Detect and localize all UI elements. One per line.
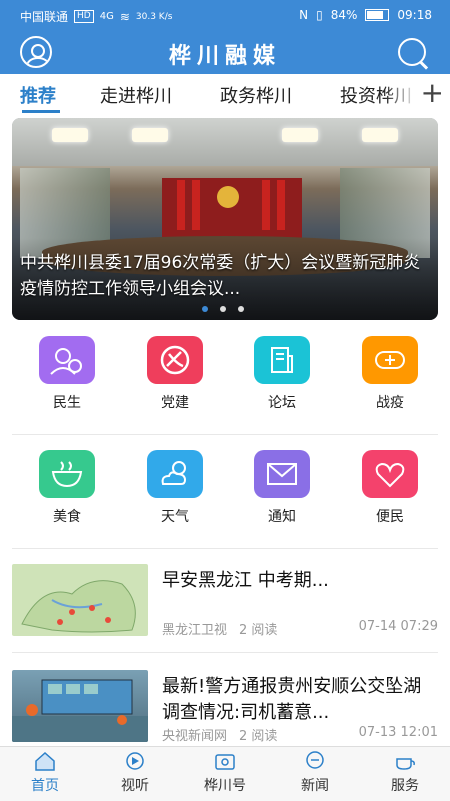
news-time: 07-13 12:01	[358, 725, 438, 740]
bottom-navigation: 首页 视听 桦川号 新闻 服务	[0, 746, 450, 801]
grid-item-tianqi[interactable]: 天气	[135, 450, 215, 526]
nav-label: 新闻	[301, 778, 329, 794]
wifi-icon: ≋	[119, 9, 130, 24]
clock: 09:18	[397, 8, 432, 22]
news-title: 早安黑龙江 中考期...	[162, 570, 329, 591]
channel-tabs: 推荐 走进桦川 政务桦川 投资桦川 +	[0, 74, 450, 114]
heart-icon	[362, 450, 418, 498]
news-thumbnail-map	[12, 564, 148, 636]
grid-item-dangjian[interactable]: 党建	[135, 336, 215, 412]
news-source: 央视新闻网	[162, 729, 228, 744]
grid-label: 党建	[161, 395, 189, 411]
news-title: 最新!警方通报贵州安顺公交坠湖调查情况:司机蓄意...	[162, 676, 422, 723]
news-thumbnail-photo	[12, 670, 148, 742]
tab-enter-huachuan[interactable]: 走进桦川	[100, 82, 172, 108]
nav-label: 桦川号	[204, 778, 246, 794]
service-icon	[394, 751, 416, 771]
grid-item-bianmin[interactable]: 便民	[350, 450, 430, 526]
home-icon	[34, 751, 56, 771]
tab-recommend[interactable]: 推荐	[20, 82, 56, 108]
news-item[interactable]: 最新!警方通报贵州安顺公交坠湖调查情况:司机蓄意... 央视新闻网 2 阅读 0…	[12, 670, 438, 744]
battery-icon	[365, 9, 390, 21]
banner-carousel[interactable]: 中共桦川县委17届96次常委（扩大）会议暨新冠肺炎疫情防控工作领导小组会议...	[12, 118, 438, 320]
food-bowl-icon	[39, 450, 95, 498]
search-icon[interactable]	[396, 36, 430, 70]
carousel-indicator	[202, 306, 244, 312]
divider	[12, 652, 438, 653]
active-tab-indicator	[22, 110, 60, 113]
nav-label: 视听	[121, 778, 149, 794]
news-reads: 2 阅读	[239, 623, 278, 638]
grid-item-minsheng[interactable]: 民生	[27, 336, 107, 412]
battery-percent: 84%	[330, 8, 358, 22]
grid-label: 战疫	[376, 395, 404, 411]
news-source: 黑龙江卫视	[162, 623, 228, 638]
vibrate-icon: ▯	[316, 8, 323, 22]
nav-video[interactable]: 视听	[100, 751, 170, 795]
grid-label: 通知	[268, 509, 296, 525]
mail-icon	[254, 450, 310, 498]
main-content: 中共桦川县委17届96次常委（扩大）会议暨新冠肺炎疫情防控工作领导小组会议...…	[0, 114, 450, 746]
divider	[12, 434, 438, 435]
nav-service[interactable]: 服务	[370, 751, 440, 795]
carrier-text: 中国联通	[20, 10, 69, 24]
grid-item-meishi[interactable]: 美食	[27, 450, 107, 526]
news-icon	[304, 751, 326, 771]
network-type: 4G	[99, 11, 114, 22]
network-speed: 30.3 K/s	[135, 11, 173, 22]
app-title: 桦川融媒	[168, 43, 281, 69]
news-reads: 2 阅读	[239, 729, 278, 744]
app-bar: 桦川融媒	[0, 32, 450, 74]
nav-label: 服务	[391, 778, 419, 794]
people-icon	[39, 336, 95, 384]
grid-item-tongzhi[interactable]: 通知	[242, 450, 322, 526]
nav-account[interactable]: 桦川号	[190, 751, 260, 795]
video-icon	[124, 751, 146, 771]
grid-label: 论坛	[268, 395, 296, 411]
grid-label: 美食	[53, 509, 81, 525]
divider	[12, 548, 438, 549]
news-item[interactable]: 早安黑龙江 中考期... 黑龙江卫视 2 阅读 07-14 07:29	[12, 564, 438, 638]
nfc-icon: N	[299, 8, 309, 22]
banner-title[interactable]: 中共桦川县委17届96次常委（扩大）会议暨新冠肺炎疫情防控工作领导小组会议...	[20, 250, 430, 302]
nav-news[interactable]: 新闻	[280, 751, 350, 795]
tab-government[interactable]: 政务桦川	[220, 82, 292, 108]
grid-label: 民生	[53, 395, 81, 411]
add-channel-icon[interactable]: +	[421, 77, 444, 109]
party-emblem-icon	[147, 336, 203, 384]
function-grid-row-2: 美食 天气 通知 便民	[0, 450, 450, 550]
news-meta: 黑龙江卫视 2 阅读 07-14 07:29	[162, 619, 438, 638]
grid-item-zhanyi[interactable]: 战疫	[350, 336, 430, 412]
forum-icon	[254, 336, 310, 384]
grid-label: 便民	[376, 509, 404, 525]
hd-badge: HD	[74, 10, 94, 23]
nav-home[interactable]: 首页	[10, 751, 80, 795]
function-grid-row-1: 民生 党建 论坛 战疫	[0, 336, 450, 436]
fight-epidemic-icon	[362, 336, 418, 384]
grid-label: 天气	[161, 509, 189, 525]
nav-label: 首页	[31, 778, 59, 794]
grid-item-luntan[interactable]: 论坛	[242, 336, 322, 412]
news-meta: 央视新闻网 2 阅读 07-13 12:01	[162, 725, 438, 744]
news-time: 07-14 07:29	[358, 619, 438, 634]
account-icon	[214, 751, 236, 771]
status-bar: 中国联通 HD 4G ≋ 30.3 K/s N ▯ 84% 09:18	[0, 0, 450, 32]
weather-icon	[147, 450, 203, 498]
